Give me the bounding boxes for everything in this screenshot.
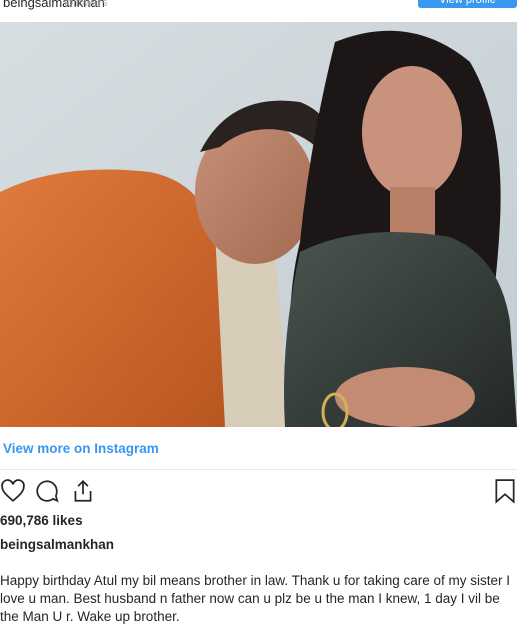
likes-count[interactable]: 690,786 likes	[0, 513, 83, 528]
caption-username[interactable]: beingsalmankhan	[0, 537, 114, 552]
comment-icon[interactable]	[34, 478, 62, 506]
post-photo-illustration	[0, 22, 517, 427]
view-profile-button[interactable]: View profile	[418, 0, 517, 8]
caption-text: Happy birthday Atul my bil means brother…	[0, 573, 510, 624]
heart-icon[interactable]	[0, 478, 28, 506]
divider	[0, 469, 517, 470]
view-more-on-instagram-link[interactable]: View more on Instagram	[3, 441, 159, 456]
post-photo[interactable]	[0, 22, 517, 427]
post-actions	[0, 478, 517, 506]
bookmark-icon[interactable]	[493, 478, 517, 506]
header-followers: followers	[64, 0, 108, 9]
post-header: beingsalmankhan followers View profile	[0, 0, 517, 16]
share-icon[interactable]	[70, 478, 98, 506]
